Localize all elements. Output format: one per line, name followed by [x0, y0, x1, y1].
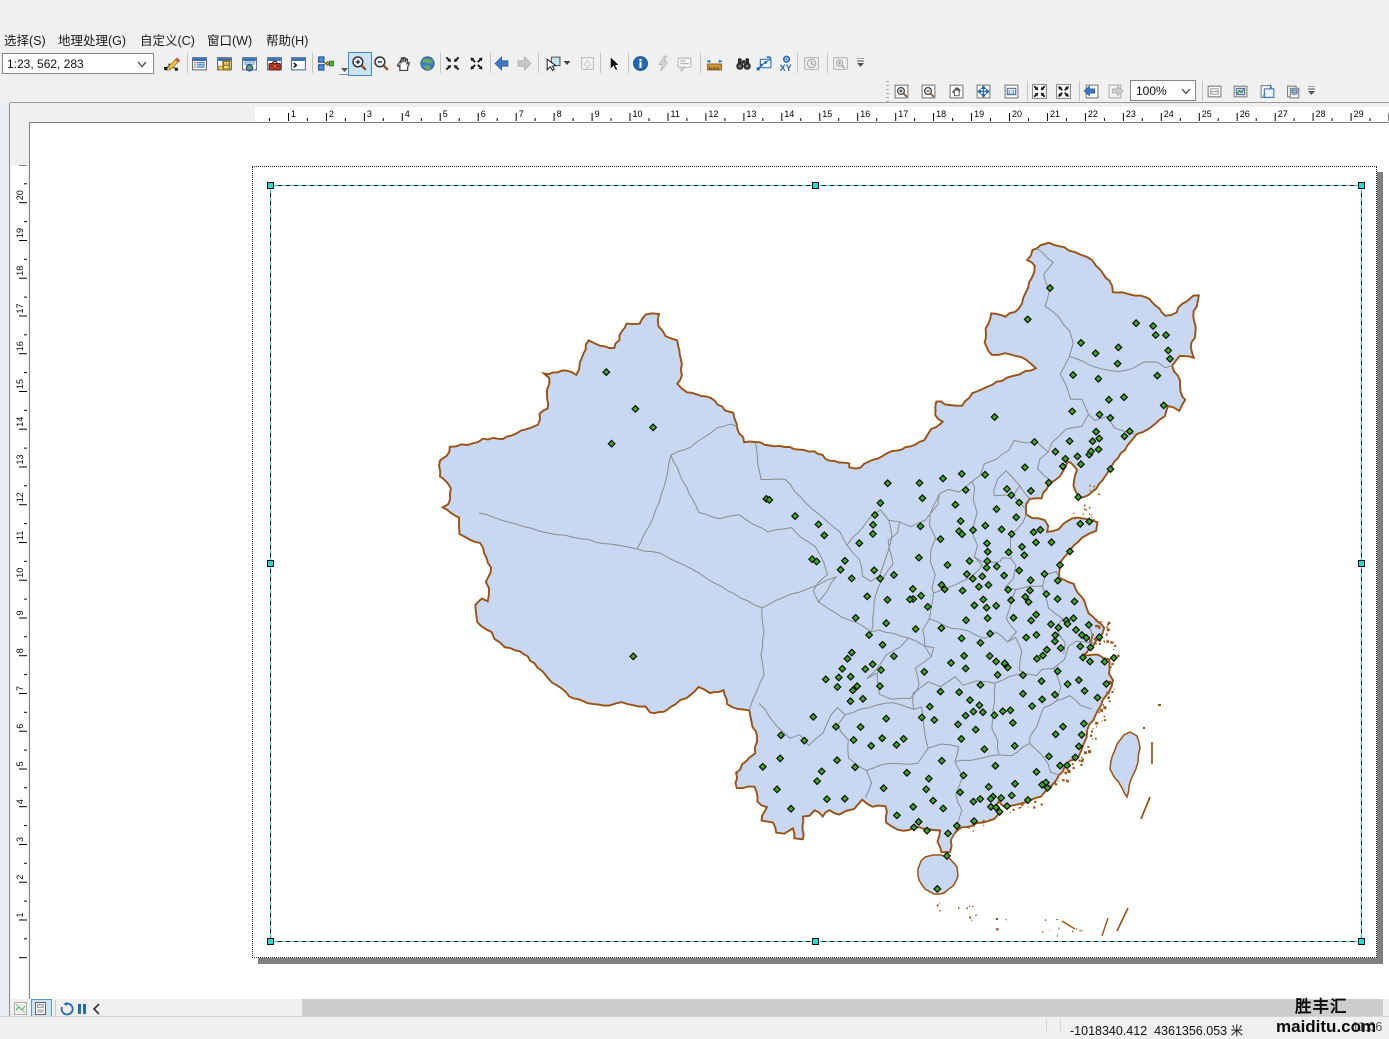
- svg-text:17: 17: [15, 303, 25, 313]
- svg-text:10: 10: [633, 109, 643, 119]
- svg-text:4: 4: [405, 109, 410, 119]
- svg-text:12: 12: [708, 109, 718, 119]
- svg-text:9: 9: [15, 610, 25, 615]
- svg-text:6: 6: [481, 109, 486, 119]
- svg-text:3: 3: [15, 837, 25, 842]
- svg-text:20: 20: [1012, 109, 1022, 119]
- svg-text:1:1: 1:1: [1008, 90, 1015, 96]
- svg-text:1: 1: [15, 912, 25, 917]
- svg-text:2: 2: [329, 109, 334, 119]
- svg-text:XY: XY: [780, 63, 792, 72]
- svg-text:16: 16: [860, 109, 870, 119]
- svg-text:5: 5: [443, 109, 448, 119]
- svg-text:13: 13: [746, 109, 756, 119]
- svg-text:14: 14: [784, 109, 794, 119]
- svg-text:9: 9: [595, 109, 600, 119]
- svg-text:15: 15: [822, 109, 832, 119]
- svg-text:20: 20: [15, 190, 25, 200]
- svg-text:5: 5: [15, 761, 25, 766]
- svg-text:29: 29: [1354, 109, 1364, 119]
- svg-text:8: 8: [557, 109, 562, 119]
- svg-text:26: 26: [1240, 109, 1250, 119]
- svg-text:12: 12: [15, 492, 25, 502]
- svg-text:7: 7: [15, 686, 25, 691]
- svg-text:21: 21: [1050, 109, 1060, 119]
- svg-text:23: 23: [1126, 109, 1136, 119]
- svg-text:6: 6: [15, 724, 25, 729]
- svg-text:14: 14: [15, 417, 25, 427]
- svg-text:15: 15: [15, 379, 25, 389]
- svg-text:16: 16: [15, 341, 25, 351]
- svg-text:8: 8: [15, 648, 25, 653]
- svg-text:19: 19: [15, 228, 25, 238]
- svg-text:13: 13: [15, 454, 25, 464]
- svg-text:25: 25: [1202, 109, 1212, 119]
- svg-text:3: 3: [367, 109, 372, 119]
- svg-text:11: 11: [671, 109, 680, 119]
- svg-text:4: 4: [15, 799, 25, 804]
- svg-text:19: 19: [974, 109, 984, 119]
- svg-text:27: 27: [1278, 109, 1288, 119]
- svg-text:17: 17: [898, 109, 908, 119]
- svg-text:18: 18: [936, 109, 946, 119]
- svg-text:10: 10: [15, 568, 25, 578]
- svg-text:7: 7: [519, 109, 524, 119]
- svg-text:28: 28: [1316, 109, 1326, 119]
- svg-text:2: 2: [15, 875, 25, 880]
- svg-text:22: 22: [1088, 109, 1098, 119]
- svg-text:11: 11: [15, 531, 25, 540]
- svg-text:24: 24: [1164, 109, 1174, 119]
- svg-text:1: 1: [291, 109, 296, 119]
- svg-text:18: 18: [15, 266, 25, 276]
